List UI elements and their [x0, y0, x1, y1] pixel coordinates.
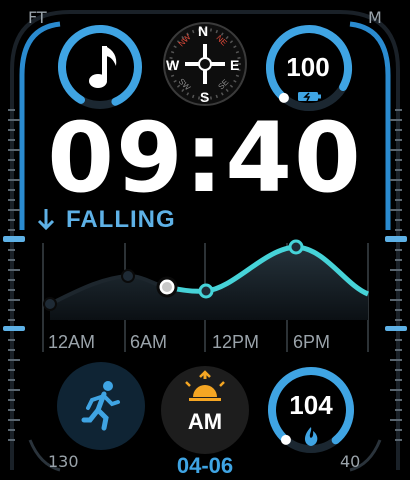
- date-display[interactable]: 04-06: [150, 453, 260, 479]
- workout-complication[interactable]: [57, 362, 145, 450]
- compass-tick: [191, 29, 195, 34]
- hour-label-3: 6PM: [293, 332, 331, 352]
- hour-label-2: 12PM: [212, 332, 260, 352]
- compass-west: W: [166, 57, 180, 73]
- trend-label: FALLING: [66, 206, 176, 233]
- left-lower-marker: [3, 326, 25, 331]
- left-level-marker: [3, 236, 25, 242]
- compass-east: E: [230, 57, 240, 73]
- compass-tick: [170, 50, 175, 54]
- watch-face: [3, 10, 407, 472]
- compass-tick: [209, 96, 212, 100]
- graph-point: [43, 297, 57, 311]
- calories-value: 104: [289, 390, 333, 420]
- graph-point: [198, 283, 214, 299]
- compass-tick: [170, 74, 175, 78]
- sunrise-label: AM: [187, 409, 223, 434]
- compass-tick: [215, 94, 219, 99]
- compass-tick: [209, 28, 212, 32]
- compass-north: N: [198, 23, 209, 39]
- music-note-icon: [89, 46, 117, 88]
- compass-tick: [235, 50, 240, 54]
- compass-tick: [235, 74, 240, 78]
- hour-label-1: 6AM: [130, 332, 168, 352]
- music-complication[interactable]: [58, 25, 142, 109]
- corner-label-bottom-left: 130: [48, 452, 79, 471]
- hour-label-0: 12AM: [48, 332, 96, 352]
- graph-point: [288, 239, 304, 255]
- compass-tick: [215, 29, 219, 34]
- right-level-marker: [385, 236, 407, 242]
- battery-value: 100: [286, 52, 330, 82]
- corner-label-top-right: M: [368, 8, 382, 27]
- compass-tick: [191, 94, 195, 99]
- flame-icon: [304, 427, 318, 446]
- corner-label-top-left: FT: [28, 8, 47, 27]
- right-lower-marker: [385, 326, 407, 331]
- graph-point: [121, 269, 135, 283]
- compass-center-icon: [198, 57, 212, 71]
- time-display: 09:40: [47, 102, 363, 214]
- corner-label-bottom-right: 40: [340, 452, 361, 471]
- battery-charging-icon: [298, 92, 321, 102]
